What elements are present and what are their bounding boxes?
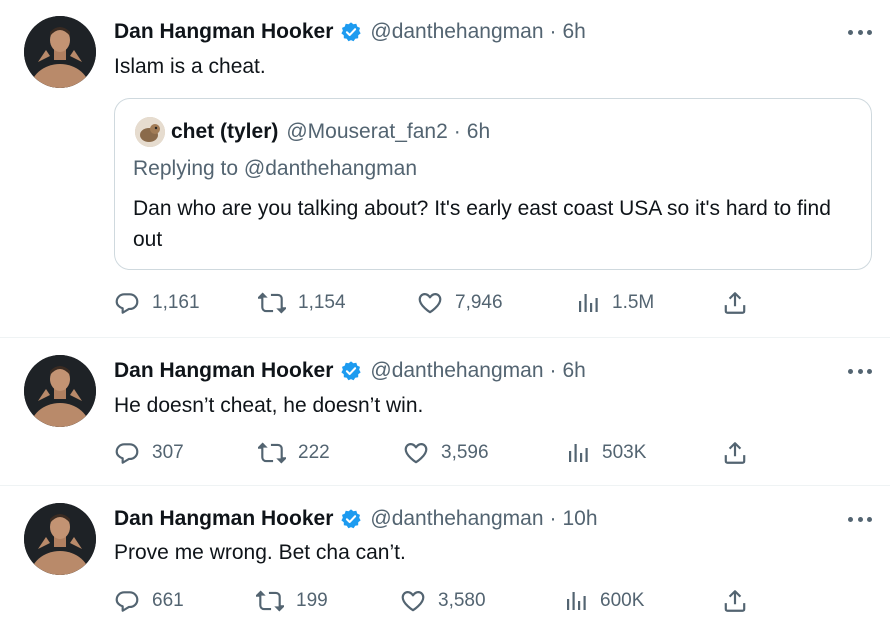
verified-badge-icon [340, 360, 362, 382]
reply-count: 307 [152, 442, 184, 463]
like-button[interactable]: 3,596 [403, 439, 489, 467]
tweet-header: Dan Hangman Hooker @danthehangman · 6h [114, 357, 586, 385]
tweet-text: Prove me wrong. Bet cha can’t. [114, 541, 406, 564]
avatar[interactable] [24, 16, 96, 88]
retweet-icon [258, 442, 286, 464]
author-handle[interactable]: @danthehangman [370, 507, 543, 531]
reply-icon [115, 591, 139, 612]
views-count: 600K [600, 590, 645, 611]
replying-to: Replying to @danthehangman [133, 157, 418, 180]
share-icon [724, 590, 746, 612]
tweet-text: He doesn’t cheat, he doesn’t win. [114, 394, 424, 417]
separator-dot: · [453, 120, 461, 143]
tweet-header: Dan Hangman Hooker @danthehangman · 6h [114, 18, 586, 46]
views-icon [567, 592, 586, 610]
avatar[interactable] [24, 503, 96, 575]
tweet-header: Dan Hangman Hooker @danthehangman · 10h [114, 505, 598, 533]
retweet-button[interactable]: 222 [258, 439, 330, 467]
reply-count: 661 [152, 590, 184, 611]
action-bar: 307 222 3,596 503K [114, 439, 754, 467]
views-count: 503K [602, 442, 647, 463]
retweet-count: 222 [298, 442, 330, 463]
tweet-3[interactable]: Dan Hangman Hooker @danthehangman · 10h … [0, 486, 890, 629]
views-button[interactable]: 503K [566, 439, 646, 467]
views-button[interactable]: 600K [564, 587, 644, 615]
verified-badge-icon [340, 21, 362, 43]
like-button[interactable]: 7,946 [417, 289, 503, 317]
retweet-button[interactable]: 199 [256, 587, 328, 615]
tweet-1[interactable]: Dan Hangman Hooker @danthehangman · 6h I… [0, 0, 890, 336]
retweet-button[interactable]: 1,154 [258, 289, 346, 317]
views-icon [579, 294, 598, 312]
share-icon [724, 442, 746, 464]
like-count: 7,946 [455, 292, 503, 313]
retweet-icon [258, 292, 286, 314]
quote-timestamp: 6h [466, 120, 491, 143]
retweet-count: 1,154 [298, 292, 346, 313]
quote-avatar [135, 117, 165, 147]
tweet-2[interactable]: Dan Hangman Hooker @danthehangman · 6h H… [0, 338, 890, 485]
retweet-icon [256, 590, 284, 612]
timestamp[interactable]: 10h [563, 507, 598, 531]
retweet-count: 199 [296, 590, 328, 611]
like-count: 3,596 [441, 442, 489, 463]
separator-dot: · [549, 507, 557, 530]
views-count: 1.5M [612, 292, 655, 313]
reply-icon [115, 443, 139, 464]
like-count: 3,580 [438, 590, 486, 611]
more-icon[interactable] [848, 366, 872, 376]
action-bar: 661 199 3,580 600K [114, 587, 754, 615]
more-icon[interactable] [848, 514, 872, 524]
reply-count: 1,161 [152, 292, 200, 313]
separator-dot: · [549, 359, 557, 382]
quoted-tweet[interactable]: chet (tyler) @Mouserat_fan2 · 6h Replyin… [114, 98, 872, 270]
avatar[interactable] [24, 355, 96, 427]
like-icon [418, 293, 442, 314]
share-button[interactable] [722, 289, 748, 317]
author-name[interactable]: Dan Hangman Hooker [114, 20, 333, 44]
timestamp[interactable]: 6h [563, 20, 586, 44]
more-icon[interactable] [848, 27, 872, 37]
views-icon [569, 444, 588, 462]
author-handle[interactable]: @danthehangman [370, 20, 543, 44]
like-button[interactable]: 3,580 [400, 587, 486, 615]
quote-author-handle: @Mouserat_fan2 [286, 120, 448, 143]
author-handle[interactable]: @danthehangman [370, 359, 543, 383]
quote-header: chet (tyler) @Mouserat_fan2 · 6h [135, 117, 490, 147]
verified-badge-icon [340, 508, 362, 530]
reply-button[interactable]: 661 [114, 587, 184, 615]
separator-dot: · [549, 20, 557, 43]
share-button[interactable] [722, 587, 748, 615]
reply-button[interactable]: 307 [114, 439, 184, 467]
views-button[interactable]: 1.5M [576, 289, 654, 317]
quote-author-name: chet (tyler) [171, 120, 279, 143]
action-bar: 1,161 1,154 7,946 1.5M [114, 289, 754, 317]
reply-button[interactable]: 1,161 [114, 289, 200, 317]
author-name[interactable]: Dan Hangman Hooker [114, 507, 333, 531]
timestamp[interactable]: 6h [563, 359, 586, 383]
share-icon [724, 292, 746, 314]
like-icon [404, 443, 428, 464]
author-name[interactable]: Dan Hangman Hooker [114, 359, 333, 383]
reply-icon [115, 293, 139, 314]
share-button[interactable] [722, 439, 748, 467]
quote-text: Dan who are you talking about? It's earl… [133, 197, 831, 251]
like-icon [401, 591, 425, 612]
tweet-text: Islam is a cheat. [114, 55, 266, 78]
